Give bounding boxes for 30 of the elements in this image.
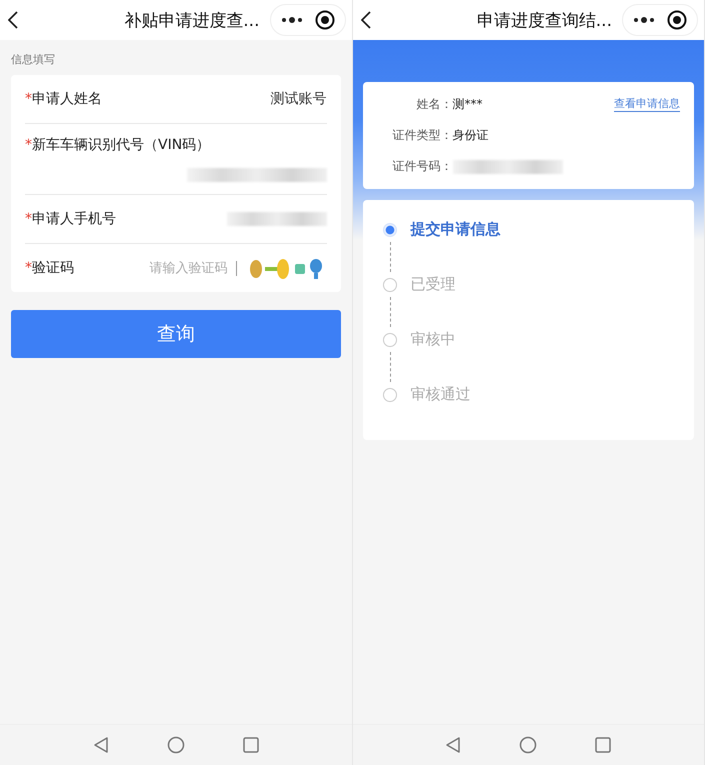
back-icon[interactable] (360, 11, 370, 29)
close-icon[interactable] (314, 10, 334, 30)
info-label: 证件类型： (392, 127, 452, 144)
back-icon[interactable] (8, 11, 18, 29)
step-label: 审核通过 (410, 385, 470, 404)
recents-icon[interactable] (242, 737, 259, 753)
section-label: 信息填写 (11, 52, 56, 68)
step-label: 提交申请信息 (410, 220, 500, 239)
field-label: *验证码 (25, 259, 74, 277)
step-label: 已受理 (410, 275, 456, 294)
field-label: *申请人姓名 (25, 90, 102, 108)
info-value: 身份证 (452, 127, 488, 144)
more-icon[interactable] (633, 17, 655, 23)
close-icon[interactable] (667, 10, 687, 30)
query-button[interactable]: 查询 (11, 310, 340, 358)
info-value: 测*** (452, 96, 482, 113)
field-label: *新车车辆识别代号（VIN码） (25, 136, 212, 154)
info-label: 证件号码： (392, 158, 452, 175)
page-title: 申请进度查询结... (476, 10, 613, 32)
more-icon[interactable] (280, 17, 302, 23)
captcha-input[interactable]: 请输入验证码 (148, 260, 236, 276)
home-icon[interactable] (519, 736, 538, 754)
field-label: *申请人手机号 (25, 210, 116, 228)
view-info-link[interactable]: 查看申请信息 (614, 96, 680, 112)
step-label: 审核中 (410, 330, 456, 349)
recents-icon[interactable] (595, 737, 612, 753)
home-icon[interactable] (166, 736, 185, 754)
page-title: 补贴申请进度查... (123, 10, 260, 32)
field-value: 测试账号 (270, 90, 326, 108)
info-label: 姓名： (416, 96, 452, 113)
